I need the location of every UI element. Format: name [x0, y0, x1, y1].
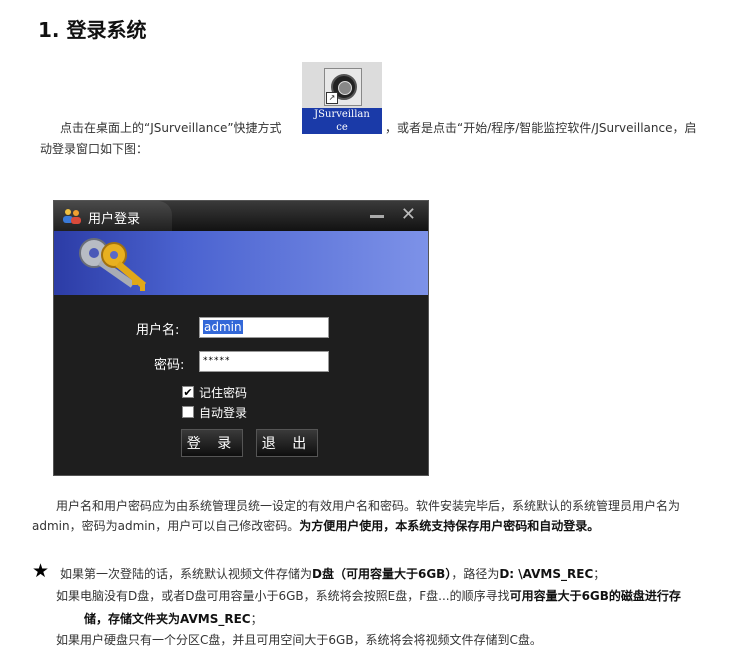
exit-button[interactable]: 退 出: [256, 429, 318, 457]
username-input[interactable]: admin: [199, 317, 329, 338]
username-label: 用户名:: [136, 323, 180, 338]
note-line1: 如果第一次登陆的话，系统默认视频文件存储为D盘（可用容量大于6GB），路径为D:…: [60, 567, 606, 581]
login-dialog-screenshot: 用户登录 ✕ 用户名: admin 密码: ***** ✔ 记住密码 自动登录 …: [53, 200, 429, 476]
dialog-banner: [54, 231, 428, 295]
intro-text-3: 动登录窗口如下图：: [40, 142, 149, 156]
auto-login-label: 自动登录: [199, 406, 248, 420]
remember-password-checkbox[interactable]: ✔: [182, 386, 194, 398]
jsurveillance-shortcut[interactable]: ↗ JSurveillan ce: [302, 62, 382, 134]
intro-text-1: 点击在桌面上的“JSurveillance”快捷方式: [60, 121, 282, 135]
intro-text-2: ，或者是点击“开始/程序/智能监控软件/JSurveillance，启: [385, 121, 697, 135]
note-line3: 储，存储文件夹为AVMS_REC；: [84, 612, 263, 626]
password-label: 密码:: [154, 358, 185, 373]
note-line2: 如果电脑没有D盘，或者D盘可用容量小于6GB，系统将会按照E盘，F盘...的顺序…: [56, 589, 681, 603]
shortcut-arrow-icon: ↗: [326, 92, 338, 104]
close-icon[interactable]: ✕: [401, 205, 416, 225]
users-icon: [63, 209, 81, 224]
remember-password-label: 记住密码: [199, 386, 248, 400]
auto-login-checkbox[interactable]: [182, 406, 194, 418]
login-button[interactable]: 登 录: [181, 429, 243, 457]
camera-icon: ↗: [324, 68, 362, 106]
dialog-titlebar: 用户登录 ✕: [54, 201, 428, 231]
note-line4: 如果用户硬盘只有一个分区C盘，并且可用空间大于6GB，系统将会将视频文件存储到C…: [56, 633, 542, 647]
page-title: 1. 登录系统: [38, 18, 147, 42]
para2-line1: 用户名和用户密码应为由系统管理员统一设定的有效用户名和密码。软件安装完毕后，系统…: [56, 499, 681, 513]
dialog-title: 用户登录: [88, 212, 141, 227]
para2-line2: admin，密码为admin，用户可以自己修改密码。为方便用户使用，本系统支持保…: [32, 519, 600, 533]
shortcut-label: JSurveillan ce: [302, 108, 382, 134]
minimize-icon[interactable]: [370, 215, 384, 218]
password-input[interactable]: *****: [199, 351, 329, 372]
keys-icon: [79, 238, 147, 291]
